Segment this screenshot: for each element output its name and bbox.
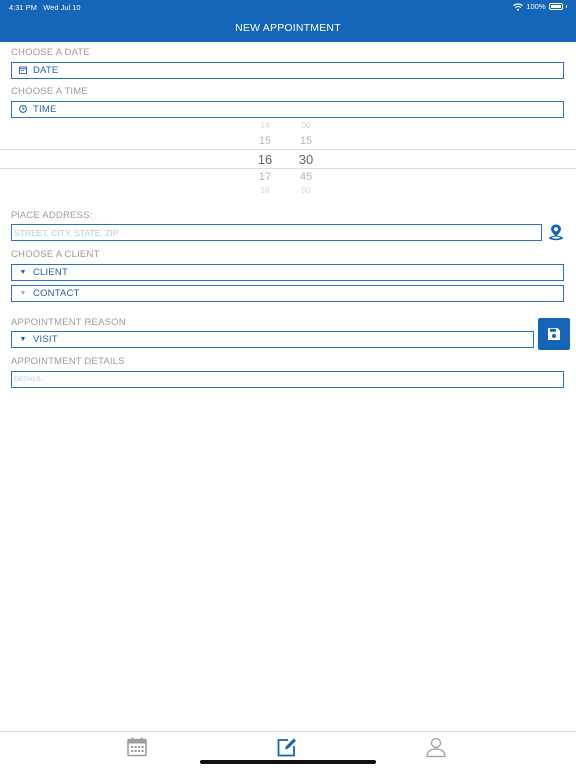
- nav-header: 4:31 PM Wed Jul 10 100% NEW APPOINTMENT: [0, 0, 576, 42]
- page-title: NEW APPOINTMENT: [235, 22, 341, 34]
- reason-select[interactable]: ▼ VISIT: [11, 331, 534, 348]
- reason-label: APPOINTMENT REASON: [11, 317, 126, 328]
- battery-tip: [565, 5, 567, 8]
- location-pin-icon[interactable]: [547, 223, 565, 241]
- time-field[interactable]: TIME: [11, 101, 564, 118]
- picker-hour: 14: [260, 121, 270, 128]
- address-label: PlACE ADDRESS:: [11, 210, 93, 221]
- date-field-text: DATE: [33, 65, 59, 76]
- picker-hour: 18: [260, 186, 270, 193]
- save-button[interactable]: [538, 318, 570, 350]
- reason-select-text: VISIT: [33, 334, 58, 345]
- client-select-text: CLIENT: [33, 267, 68, 278]
- status-date: Wed Jul 10: [43, 3, 81, 12]
- picker-hour: 17: [258, 171, 272, 183]
- time-label: CHOOSE A TIME: [11, 86, 88, 97]
- details-placeholder: DETAILS...: [14, 376, 47, 383]
- battery-icon: [548, 3, 563, 10]
- picker-minute: 00: [301, 186, 311, 193]
- picker-minute: 15: [299, 135, 313, 147]
- picker-minute: 00: [301, 121, 311, 128]
- home-indicator: [200, 760, 376, 764]
- address-input[interactable]: STREET, CITY, STATE, ZIP: [11, 224, 542, 241]
- minute-wheel[interactable]: 00 15 30 45 00: [286, 121, 326, 196]
- picker-hour: 15: [258, 135, 272, 147]
- dropdown-arrow-icon: ▼: [19, 336, 27, 343]
- date-label: CHOOSE A DATE: [11, 47, 90, 58]
- client-select[interactable]: ▼ CLIENT: [11, 264, 564, 281]
- person-tab-icon[interactable]: [425, 736, 447, 758]
- dropdown-arrow-icon: ▼: [19, 269, 27, 276]
- time-picker[interactable]: 14 15 16 17 18 00 15 30 45 00: [0, 121, 576, 196]
- battery-percent: 100%: [526, 2, 546, 11]
- hour-wheel[interactable]: 14 15 16 17 18: [245, 121, 285, 196]
- address-placeholder: STREET, CITY, STATE, ZIP: [14, 227, 119, 238]
- contact-select-text: CONTACT: [33, 288, 80, 299]
- calendar-tab-icon[interactable]: [126, 736, 148, 758]
- picker-minute-selected: 30: [298, 152, 314, 167]
- picker-minute: 45: [299, 171, 313, 183]
- calendar-icon: [18, 66, 28, 76]
- date-field[interactable]: DATE: [11, 62, 564, 79]
- status-time: 4:31 PM Wed Jul 10: [9, 3, 81, 12]
- save-icon: [548, 328, 560, 340]
- contact-select[interactable]: ▼ CONTACT: [11, 285, 564, 302]
- details-input[interactable]: DETAILS...: [11, 371, 564, 388]
- time-field-text: TIME: [33, 104, 57, 115]
- status-indicators: 100%: [513, 2, 567, 11]
- client-label: CHOOSE A CLIENT: [11, 249, 100, 260]
- details-label: APPOINTMENT DETAILS: [11, 356, 125, 367]
- picker-hour-selected: 16: [257, 152, 273, 167]
- status-clock: 4:31 PM: [9, 3, 37, 12]
- dropdown-arrow-icon: ▼: [19, 290, 27, 297]
- clock-icon: [18, 104, 28, 115]
- wifi-icon: [513, 2, 524, 11]
- edit-tab-icon[interactable]: [276, 736, 298, 758]
